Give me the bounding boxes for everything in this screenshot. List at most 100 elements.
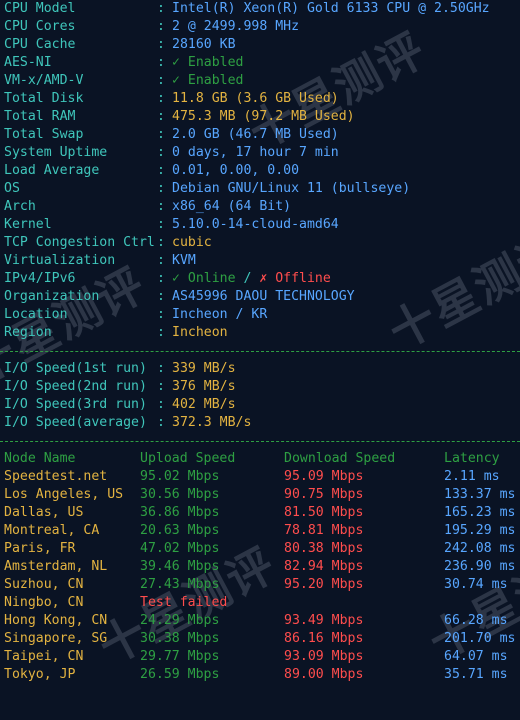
download-speed: 81.50 Mbps — [284, 505, 364, 520]
sysinfo-key: Region — [4, 325, 52, 340]
speedtest-row: Hong Kong, CN 24.29 Mbps 93.49 Mbps 66.28 m… — [0, 612, 508, 630]
separator: : — [157, 397, 165, 412]
separator: : — [157, 1, 165, 16]
separator: : — [157, 289, 165, 304]
sysinfo-value: 5.10.0-14-cloud-amd64 — [172, 217, 339, 232]
speedtest-row: Paris, FR 47.02 Mbps 80.38 Mbps 242.08 ms — [0, 540, 515, 558]
latency: 2.11 ms — [444, 469, 500, 484]
column-header-latency: Latency — [444, 451, 500, 466]
io-value: 339 MB/s — [172, 361, 236, 376]
sysinfo-key: OS — [4, 181, 20, 196]
sysinfo-row: Load Average:0.01, 0.00, 0.00 — [0, 162, 299, 180]
sysinfo-key: Total Disk — [4, 91, 84, 106]
column-header-node: Node Name — [4, 451, 76, 466]
sysinfo-row: Total Swap:2.0 GB (46.7 MB Used) — [0, 126, 339, 144]
speedtest-row: Suzhou, CN 27.43 Mbps 95.20 Mbps 30.74 ms — [0, 576, 508, 594]
separator: : — [157, 415, 165, 430]
separator: : — [157, 55, 165, 70]
io-row: I/O Speed(3rd run):402 MB/s — [0, 396, 236, 414]
separator: : — [157, 307, 165, 322]
download-speed: 82.94 Mbps — [284, 559, 364, 574]
speedtest-row: Montreal, CA 20.63 Mbps 78.81 Mbps 195.29 m… — [0, 522, 515, 540]
latency: 35.71 ms — [444, 667, 508, 682]
separator: : — [157, 217, 165, 232]
sysinfo-value: ✓ Enabled — [172, 55, 244, 70]
ipv4-online-status: ✓ Online — [172, 271, 236, 286]
sysinfo-key: AES-NI — [4, 55, 52, 70]
upload-speed: 30.38 Mbps — [140, 631, 220, 646]
separator: : — [157, 163, 165, 178]
sysinfo-value: 0.01, 0.00, 0.00 — [172, 163, 300, 178]
speedtest-row: Tokyo, JP 26.59 Mbps 89.00 Mbps 35.71 ms — [0, 666, 508, 684]
speedtest-header: Node Name Upload Speed Download Speed La… — [0, 450, 500, 468]
sysinfo-value: 28160 KB — [172, 37, 236, 52]
column-header-download: Download Speed — [284, 451, 396, 466]
sysinfo-key: Total RAM — [4, 109, 76, 124]
sysinfo-key: VM-x/AMD-V — [4, 73, 84, 88]
watermark: 十星测评 — [379, 221, 520, 360]
speedtest-row: Ningbo, CN Test failed — [0, 594, 227, 612]
sysinfo-key: Load Average — [4, 163, 100, 178]
sysinfo-value: AS45996 DAOU TECHNOLOGY — [172, 289, 355, 304]
ipv6-offline-status: ✗ Offline — [259, 271, 331, 286]
speedtest-row: Speedtest.net 95.02 Mbps 95.09 Mbps 2.11 ms — [0, 468, 500, 486]
separator: : — [157, 271, 165, 286]
upload-speed: 36.86 Mbps — [140, 505, 220, 520]
sysinfo-key: Organization — [4, 289, 100, 304]
latency: 165.23 ms — [444, 505, 516, 520]
separator: : — [157, 379, 165, 394]
download-speed: 90.75 Mbps — [284, 487, 364, 502]
download-speed: 80.38 Mbps — [284, 541, 364, 556]
sysinfo-value: Incheon / KR — [172, 307, 268, 322]
sysinfo-row: Location: Incheon / KR — [0, 306, 267, 324]
sysinfo-row: VM-x/AMD-V: ✓ Enabled — [0, 72, 243, 90]
separator: : — [157, 145, 165, 160]
latency: 133.37 ms — [444, 487, 516, 502]
speedtest-row: Singapore, SG 30.38 Mbps 86.16 Mbps 201.70 … — [0, 630, 515, 648]
speedtest-row: Taipei, CN 29.77 Mbps 93.09 Mbps 64.07 ms — [0, 648, 508, 666]
sysinfo-row: Total RAM:475.3 MB (97.2 MB Used) — [0, 108, 355, 126]
sysinfo-value: 11.8 GB (3.6 GB Used) — [172, 91, 339, 106]
io-key: I/O Speed(2nd run) — [4, 379, 147, 394]
sysinfo-row: CPU Cores:2 @ 2499.998 MHz — [0, 18, 299, 36]
upload-speed: 30.56 Mbps — [140, 487, 220, 502]
separator: : — [157, 235, 165, 250]
sysinfo-key: Location — [4, 307, 68, 322]
node-name: Montreal, CA — [4, 523, 100, 538]
node-name: Hong Kong, CN — [4, 613, 108, 628]
speedtest-row: Amsterdam, NL 39.46 Mbps 82.94 Mbps 236.90 … — [0, 558, 515, 576]
latency: 64.07 ms — [444, 649, 508, 664]
sysinfo-value: Intel(R) Xeon(R) Gold 6133 CPU @ 2.50GHz — [172, 1, 490, 16]
node-name: Paris, FR — [4, 541, 76, 556]
separator: : — [157, 199, 165, 214]
sysinfo-row: Kernel:5.10.0-14-cloud-amd64 — [0, 216, 339, 234]
node-name: Speedtest.net — [4, 469, 108, 484]
sysinfo-value: Debian GNU/Linux 11 (bullseye) — [172, 181, 411, 196]
dashed-divider — [0, 441, 520, 442]
dashed-divider — [0, 351, 520, 352]
sysinfo-value: 2 @ 2499.998 MHz — [172, 19, 300, 34]
node-name: Tokyo, JP — [4, 667, 76, 682]
node-name: Taipei, CN — [4, 649, 84, 664]
io-key: I/O Speed(1st run) — [4, 361, 147, 376]
download-speed: 93.49 Mbps — [284, 613, 364, 628]
separator: : — [157, 109, 165, 124]
sysinfo-row: CPU Model: Intel(R) Xeon(R) Gold 6133 CPU… — [0, 0, 490, 18]
separator: : — [157, 181, 165, 196]
sysinfo-value: 475.3 MB (97.2 MB Used) — [172, 109, 355, 124]
download-speed: 78.81 Mbps — [284, 523, 364, 538]
column-header-upload: Upload Speed — [140, 451, 236, 466]
io-row: I/O Speed(average):372.3 MB/s — [0, 414, 251, 432]
sysinfo-key: CPU Cache — [4, 37, 76, 52]
upload-speed: 95.02 Mbps — [140, 469, 220, 484]
io-key: I/O Speed(3rd run) — [4, 397, 147, 412]
ipv-slash: / — [235, 271, 260, 286]
sysinfo-key: IPv4/IPv6 — [4, 271, 76, 286]
sysinfo-value: cubic — [172, 235, 212, 250]
sysinfo-row: Virtualization: KVM — [0, 252, 196, 270]
separator: : — [157, 253, 165, 268]
speedtest-row: Los Angeles, US 30.56 Mbps 90.75 Mbps 133.3… — [0, 486, 515, 504]
sysinfo-key: Virtualization — [4, 253, 116, 268]
sysinfo-key: Kernel — [4, 217, 52, 232]
sysinfo-value: x86_64 (64 Bit) — [172, 199, 292, 214]
